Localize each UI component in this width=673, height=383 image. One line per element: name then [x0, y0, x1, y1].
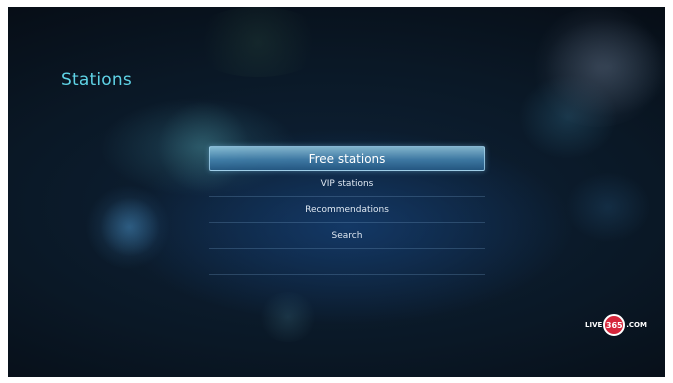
menu-item-search[interactable]: Search	[209, 223, 485, 249]
bokeh-light	[258, 292, 318, 342]
logo-suffix: .COM	[626, 321, 647, 329]
bokeh-light	[100, 197, 160, 257]
menu-item-label: Search	[331, 230, 363, 241]
bokeh-light	[188, 7, 328, 77]
menu-item-label: Recommendations	[305, 204, 389, 215]
live365-logo: LIVE 365 .COM	[585, 314, 647, 336]
bokeh-light	[528, 7, 665, 127]
menu-item-empty	[209, 249, 485, 275]
frame: Stations Free stations VIP stations Reco…	[0, 0, 673, 383]
menu-item-label: Free stations	[308, 151, 386, 166]
page-title: Stations	[61, 70, 132, 90]
tv-screen: Stations Free stations VIP stations Reco…	[8, 7, 665, 377]
menu-item-vip-stations[interactable]: VIP stations	[209, 171, 485, 197]
logo-prefix: LIVE	[585, 321, 603, 329]
stations-menu: Free stations VIP stations Recommendatio…	[209, 146, 485, 275]
menu-item-label: VIP stations	[320, 178, 374, 189]
menu-item-free-stations[interactable]: Free stations	[209, 146, 485, 171]
logo-badge: 365	[603, 314, 626, 336]
menu-item-recommendations[interactable]: Recommendations	[209, 197, 485, 223]
